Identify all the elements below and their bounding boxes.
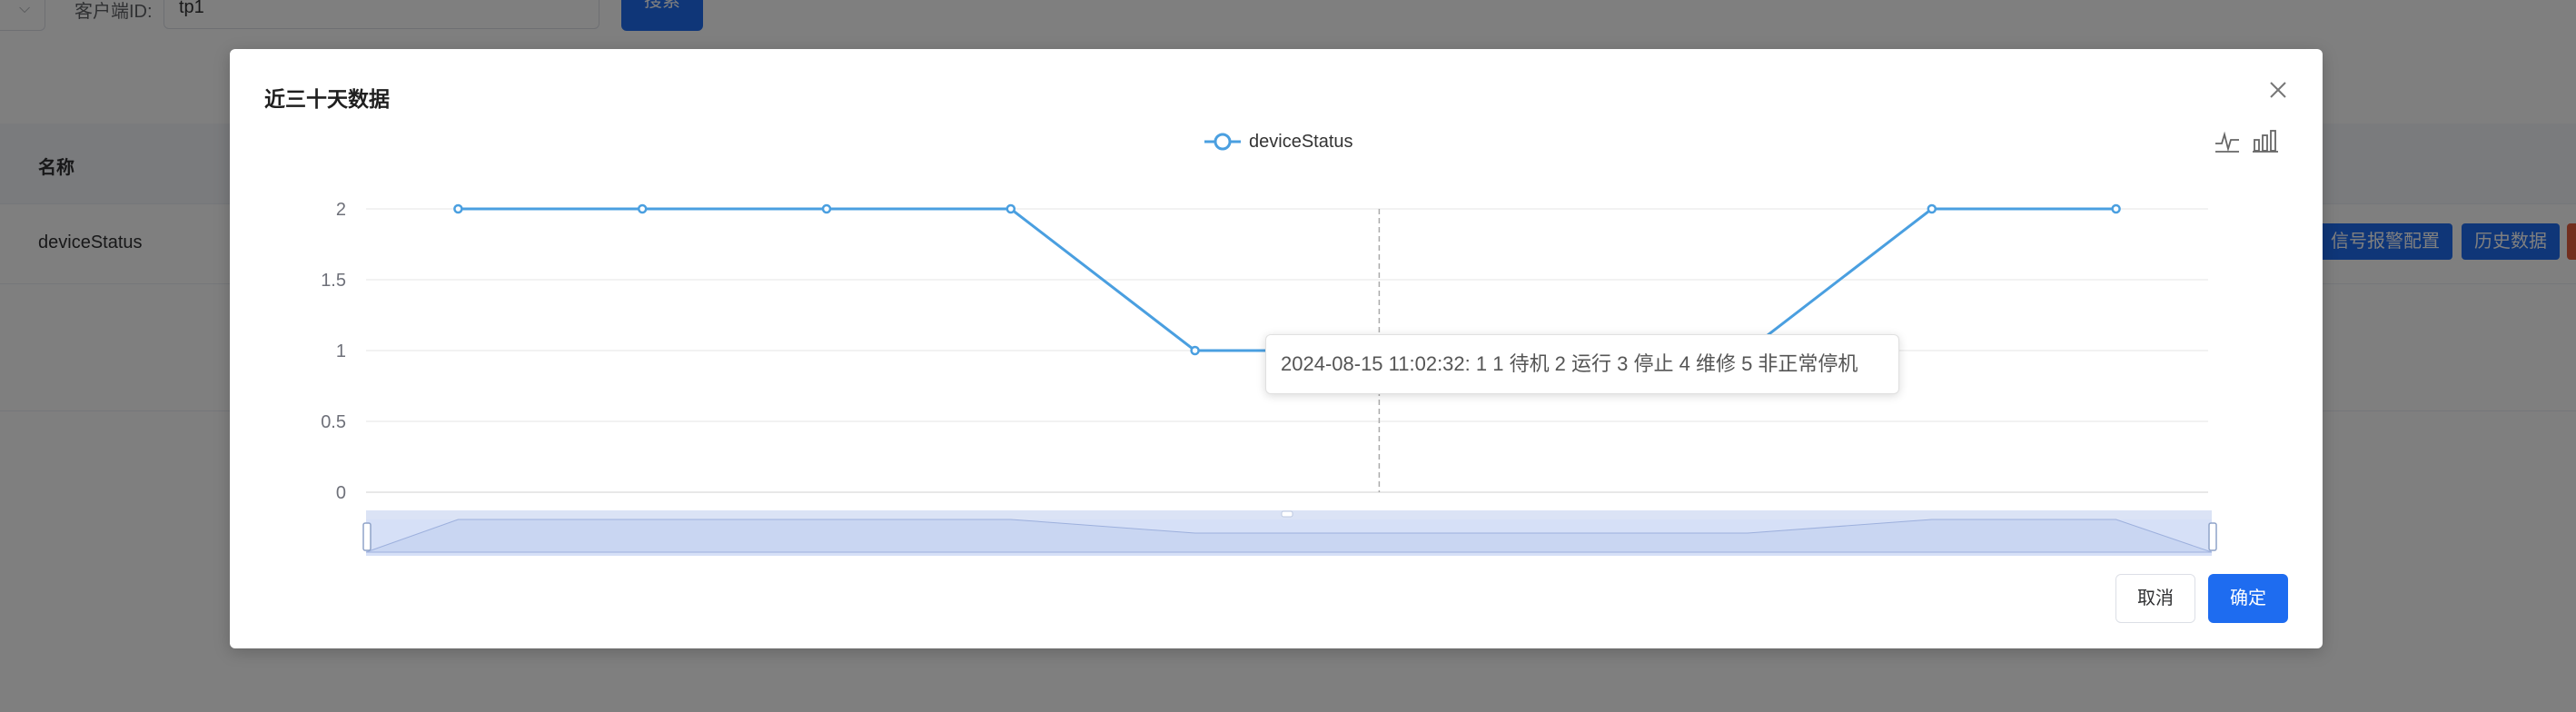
y-tick-label: 1.5: [321, 271, 346, 291]
data-dialog: 近三十天数据 deviceStatus 0 0.5 1 1.5 2 2024-08-15…: [230, 49, 2323, 648]
data-point: [1006, 203, 1016, 214]
datazoom-move-handle: [1281, 510, 1293, 518]
y-tick-label: 1: [336, 341, 346, 361]
data-point: [1927, 203, 1937, 214]
datazoom-handle-left: [362, 522, 372, 551]
cancel-button[interactable]: 取消: [2115, 574, 2195, 623]
chart-tooltip: 2024-08-15 11:02:32: 1 1 待机 2 运行 3 停止 4 …: [1265, 334, 1899, 394]
datazoom-handle-right: [2208, 522, 2217, 551]
data-point: [637, 203, 648, 214]
y-tick-label: 0.5: [321, 412, 346, 432]
ok-button[interactable]: 确定: [2208, 574, 2288, 623]
y-tick-label: 0: [336, 483, 346, 503]
data-point: [1190, 345, 1200, 356]
data-point: [821, 203, 832, 214]
data-point: [453, 203, 463, 214]
data-point: [2111, 203, 2121, 214]
y-tick-label: 2: [336, 200, 346, 220]
